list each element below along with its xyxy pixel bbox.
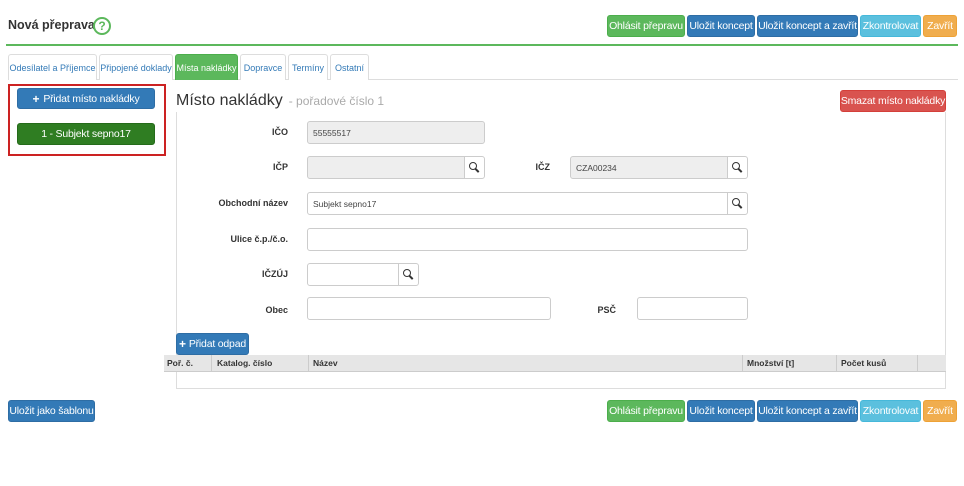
business-name-label: Obchodní název — [218, 198, 288, 208]
icp-field[interactable] — [307, 156, 465, 179]
plus-icon: + — [179, 337, 186, 351]
report-transport-button-bottom[interactable]: Ohlásit přepravu — [607, 400, 685, 422]
psc-label: PSČ — [597, 305, 616, 315]
icz-search-button[interactable] — [727, 156, 748, 179]
question-circle-icon[interactable]: ? — [93, 17, 111, 35]
add-waste-button[interactable]: + Přidat odpad — [176, 333, 249, 355]
column-divider — [211, 355, 212, 372]
column-divider — [836, 355, 837, 372]
delete-loading-place-button[interactable]: Smazat místo nakládky — [840, 90, 946, 112]
city-field[interactable] — [307, 297, 551, 320]
heading-title: Místo nakládky — [176, 92, 283, 109]
tab-attached-documents[interactable]: Připojené doklady — [99, 54, 173, 80]
save-draft-button[interactable]: Uložit koncept — [687, 15, 755, 37]
business-name-field[interactable]: Subjekt sepno17 — [307, 192, 728, 215]
psc-field[interactable] — [637, 297, 748, 320]
street-field[interactable] — [307, 228, 748, 251]
report-transport-button[interactable]: Ohlásit přepravu — [607, 15, 685, 37]
column-divider — [742, 355, 743, 372]
plus-icon: + — [32, 91, 40, 106]
check-button[interactable]: Zkontrolovat — [860, 15, 921, 37]
page-title: Nová přeprava — [8, 18, 95, 32]
search-icon — [469, 162, 480, 173]
icz-label: IČZ — [535, 162, 551, 172]
heading-subtitle: - pořadové číslo 1 — [288, 94, 385, 108]
check-button-bottom[interactable]: Zkontrolovat — [860, 400, 921, 422]
tab-carrier[interactable]: Dopravce — [240, 54, 286, 80]
column-divider — [308, 355, 309, 372]
ico-label: IČO — [271, 127, 288, 137]
save-draft-close-button-bottom[interactable]: Uložit koncept a zavřít — [757, 400, 858, 422]
save-draft-button-bottom[interactable]: Uložit koncept — [687, 400, 755, 422]
add-loading-place-label: Přidat místo nakládky — [43, 92, 140, 105]
iczuj-label: IČZÚJ — [261, 269, 288, 279]
city-label: Obec — [265, 305, 288, 315]
column-header-quantity[interactable]: Množství [t] — [747, 358, 794, 368]
header-divider — [6, 44, 958, 46]
iczuj-search-button[interactable] — [398, 263, 419, 286]
add-waste-label: Přidat odpad — [188, 338, 246, 350]
waste-table-header: Poř. č. Katalog. číslo Název Množství [t… — [164, 355, 946, 372]
close-button[interactable]: Zavřít — [923, 15, 957, 37]
section-heading: Místo nakládky - pořadové číslo 1 — [176, 92, 384, 110]
iczuj-field[interactable] — [307, 263, 399, 286]
business-name-search-button[interactable] — [727, 192, 748, 215]
close-button-bottom[interactable]: Zavřít — [923, 400, 957, 422]
icz-field[interactable]: CZA00234 — [570, 156, 728, 179]
search-icon — [732, 162, 743, 173]
tab-bar: Odesílatel a Příjemce Připojené doklady … — [8, 54, 958, 80]
column-header-name[interactable]: Název — [313, 358, 338, 368]
ico-field[interactable]: 55555517 — [307, 121, 485, 144]
add-loading-place-button[interactable]: + Přidat místo nakládky — [17, 88, 155, 109]
icp-label: IČP — [272, 162, 288, 172]
tab-loading-places[interactable]: Místa nakládky — [175, 54, 238, 80]
column-header-catalog[interactable]: Katalog. číslo — [217, 358, 272, 368]
search-icon — [403, 269, 414, 280]
save-draft-close-button[interactable]: Uložit koncept a zavřít — [757, 15, 858, 37]
tab-sender-recipient[interactable]: Odesílatel a Příjemce — [8, 54, 97, 80]
tab-other[interactable]: Ostatní — [330, 54, 369, 80]
street-label: Ulice č.p./č.o. — [230, 234, 288, 244]
sidebar-item-subject[interactable]: 1 - Subjekt sepno17 — [17, 123, 155, 145]
tab-dates[interactable]: Termíny — [288, 54, 328, 80]
column-divider — [917, 355, 918, 372]
column-header-count[interactable]: Počet kusů — [841, 358, 886, 368]
search-icon — [732, 198, 743, 209]
column-header-order[interactable]: Poř. č. — [167, 358, 193, 368]
save-as-template-button[interactable]: Uložit jako šablonu — [8, 400, 95, 422]
icp-search-button[interactable] — [464, 156, 485, 179]
